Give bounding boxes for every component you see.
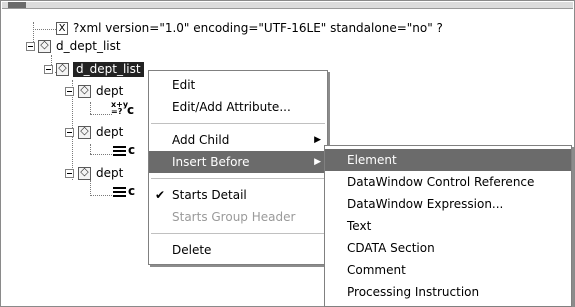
xml-declaration-icon: X <box>56 22 68 35</box>
menu-item-label: Element <box>347 153 397 167</box>
menu-item-add-child[interactable]: Add Child ▶ <box>149 129 327 151</box>
menu-item-label: Add Child <box>172 133 230 147</box>
submenu-arrow-icon: ▶ <box>314 157 321 167</box>
menu-separator <box>151 123 325 124</box>
collapse-icon[interactable] <box>65 128 74 137</box>
menu-separator <box>151 178 325 179</box>
submenu-item-element[interactable]: Element <box>325 149 571 171</box>
menu-item-label: Edit/Add Attribute... <box>172 100 291 114</box>
menu-item-edit[interactable]: Edit <box>149 74 327 96</box>
collapse-icon[interactable] <box>65 87 74 96</box>
collapse-icon[interactable] <box>26 42 35 51</box>
menu-item-label: Comment <box>347 263 406 277</box>
menu-separator <box>151 233 325 234</box>
menu-item-insert-before[interactable]: Insert Before ▶ <box>149 151 327 173</box>
selected-node-label[interactable]: d_dept_list <box>73 62 144 77</box>
dept-node-label[interactable]: dept <box>96 166 123 181</box>
menu-item-starts-group-header: Starts Group Header <box>149 206 327 228</box>
dept-node-label[interactable]: dept <box>96 84 123 99</box>
submenu-item-text[interactable]: Text <box>325 215 571 237</box>
submenu-item-cdata-section[interactable]: CDATA Section <box>325 237 571 259</box>
submenu-item-comment[interactable]: Comment <box>325 259 571 281</box>
menu-item-label: Processing Instruction <box>347 285 480 299</box>
element-node-icon <box>78 83 91 98</box>
menu-item-label: Starts Detail <box>172 188 247 202</box>
context-menu: Edit Edit/Add Attribute... Add Child ▶ In… <box>148 70 328 265</box>
menu-item-label: Delete <box>172 243 212 257</box>
menu-item-label: DataWindow Control Reference <box>347 175 535 189</box>
submenu-item-processing-instruction[interactable]: Processing Instruction <box>325 281 571 303</box>
dept-child-label[interactable]: c <box>128 184 135 199</box>
element-node-icon <box>78 165 91 180</box>
submenu-arrow-icon: ▶ <box>314 135 321 145</box>
collapse-icon[interactable] <box>65 169 74 178</box>
root-node-label[interactable]: d_dept_list <box>56 39 121 54</box>
dept-child-label[interactable]: c <box>127 103 134 118</box>
submenu-item-datawindow-expression[interactable]: DataWindow Expression... <box>325 193 571 215</box>
menu-item-label: CDATA Section <box>347 241 435 255</box>
menu-item-label: DataWindow Expression... <box>347 197 504 211</box>
menu-item-edit-add-attribute[interactable]: Edit/Add Attribute... <box>149 96 327 118</box>
submenu-item-datawindow-control-reference[interactable]: DataWindow Control Reference <box>325 171 571 193</box>
menu-item-label: Starts Group Header <box>172 210 296 224</box>
menu-item-label: Insert Before <box>172 155 250 169</box>
menu-item-label: Edit <box>172 78 196 92</box>
expression-icon: x+y =? <box>111 100 129 116</box>
column-control-icon <box>113 146 126 156</box>
menu-item-starts-detail[interactable]: ✔ Starts Detail <box>149 184 327 206</box>
menu-item-delete[interactable]: Delete <box>149 239 327 261</box>
dept-node-label[interactable]: dept <box>96 125 123 140</box>
element-node-icon <box>78 124 91 139</box>
column-control-icon <box>113 187 126 197</box>
xml-declaration-label[interactable]: ?xml version="1.0" encoding="UTF-16LE" s… <box>73 21 443 36</box>
element-node-icon <box>56 61 69 76</box>
dept-child-label[interactable]: c <box>128 143 135 158</box>
insert-before-submenu: Element DataWindow Control Reference Dat… <box>324 145 572 307</box>
collapse-icon[interactable] <box>44 65 53 74</box>
element-node-icon <box>38 38 51 53</box>
menu-item-label: Text <box>347 219 372 233</box>
checkmark-icon: ✔ <box>155 188 166 202</box>
